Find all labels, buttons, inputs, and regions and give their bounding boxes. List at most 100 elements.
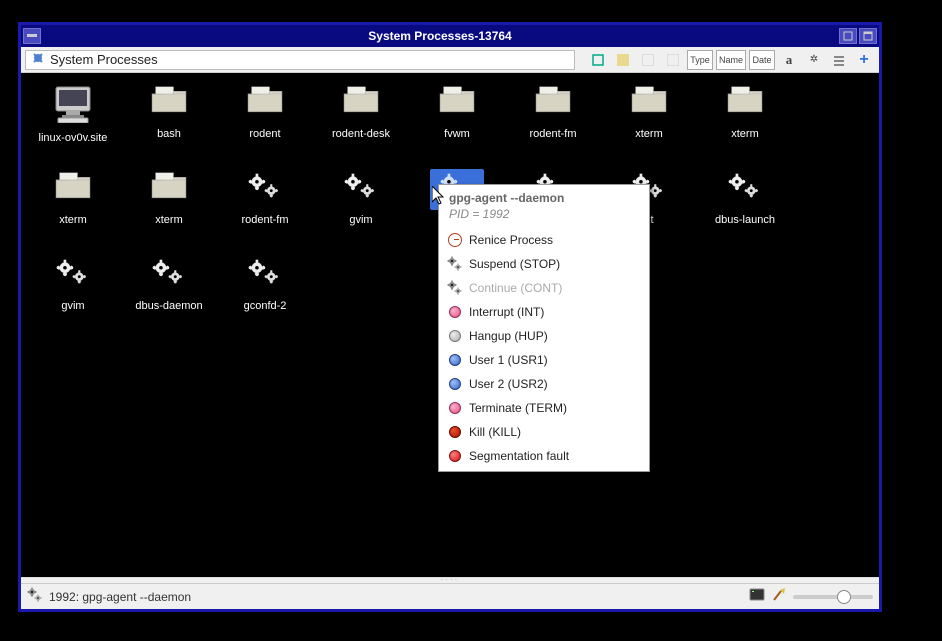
- process-item[interactable]: linux-ov0v.site: [25, 81, 121, 159]
- zoom-slider[interactable]: [793, 595, 873, 599]
- clock-icon: [447, 232, 463, 248]
- context-menu-item-label: Hangup (HUP): [469, 329, 548, 343]
- process-label: dbus-daemon: [135, 300, 202, 312]
- context-menu-item-label: Renice Process: [469, 233, 553, 247]
- signal-dot-icon: [447, 304, 463, 320]
- context-menu-item[interactable]: Terminate (TERM): [439, 396, 649, 420]
- folder-icon: [142, 83, 196, 124]
- sort-name-button[interactable]: Name: [716, 50, 746, 70]
- minimize-button[interactable]: [839, 28, 857, 44]
- statusbar: 1992: gpg-agent --daemon: [21, 583, 879, 609]
- process-label: rodent-fm: [241, 214, 288, 226]
- tool-unknown-3-icon[interactable]: [662, 50, 684, 70]
- process-item[interactable]: gvim: [25, 253, 121, 331]
- context-menu-item[interactable]: Interrupt (INT): [439, 300, 649, 324]
- process-item[interactable]: fvwm: [409, 81, 505, 159]
- tool-font-icon[interactable]: a: [778, 50, 800, 70]
- status-text: 1992: gpg-agent --daemon: [49, 590, 191, 604]
- sort-date-button[interactable]: Date: [749, 50, 775, 70]
- process-item[interactable]: rodent: [217, 81, 313, 159]
- gears-icon: [334, 169, 388, 210]
- terminal-icon[interactable]: [749, 587, 765, 606]
- folder-icon: [622, 83, 676, 124]
- process-label: rodent-fm: [529, 128, 576, 140]
- signal-dot-icon: [447, 376, 463, 392]
- location-text: System Processes: [50, 52, 158, 67]
- gears-icon: [238, 255, 292, 296]
- context-menu-item-label: Continue (CONT): [469, 281, 562, 295]
- gears-icon: [447, 256, 463, 272]
- context-menu-item[interactable]: Renice Process: [439, 228, 649, 252]
- process-item[interactable]: bash: [121, 81, 217, 159]
- process-label: rodent-desk: [332, 128, 390, 140]
- process-label: gvim: [61, 300, 84, 312]
- context-menu-item[interactable]: User 1 (USR1): [439, 348, 649, 372]
- tool-unknown-1-icon[interactable]: [612, 50, 634, 70]
- tool-star-icon[interactable]: ✲: [803, 50, 825, 70]
- process-label: rodent: [249, 128, 280, 140]
- process-item[interactable]: dbus-daemon: [121, 253, 217, 331]
- context-menu-item-label: User 2 (USR2): [469, 377, 548, 391]
- context-menu-item[interactable]: Kill (KILL): [439, 420, 649, 444]
- context-menu-item: Continue (CONT): [439, 276, 649, 300]
- computer-icon: [46, 83, 100, 128]
- process-label: fvwm: [444, 128, 470, 140]
- process-label: bash: [157, 128, 181, 140]
- gears-icon: [238, 169, 292, 210]
- context-menu-header: gpg-agent --daemon PID = 1992: [439, 188, 649, 228]
- context-menu-item-label: Terminate (TERM): [469, 401, 567, 415]
- gears-icon: [447, 280, 463, 296]
- folder-icon: [334, 83, 388, 124]
- location-bar[interactable]: System Processes: [25, 50, 575, 70]
- context-menu-item[interactable]: Hangup (HUP): [439, 324, 649, 348]
- tool-refresh-icon[interactable]: [587, 50, 609, 70]
- gears-icon: [718, 169, 772, 210]
- status-gears-icon: [27, 587, 43, 606]
- window-title: System Processes-13764: [41, 29, 839, 43]
- folder-icon: [718, 83, 772, 124]
- process-item[interactable]: xterm: [697, 81, 793, 159]
- tool-unknown-2-icon[interactable]: [637, 50, 659, 70]
- context-menu-item-label: Suspend (STOP): [469, 257, 560, 271]
- folder-icon: [142, 169, 196, 210]
- folder-icon: [46, 169, 100, 210]
- signal-dot-icon: [447, 328, 463, 344]
- context-menu-cmd: gpg-agent --daemon: [449, 191, 639, 207]
- process-item[interactable]: rodent-desk: [313, 81, 409, 159]
- process-label: xterm: [635, 128, 663, 140]
- process-item[interactable]: xterm: [121, 167, 217, 245]
- process-item[interactable]: xterm: [601, 81, 697, 159]
- signal-dot-icon: [447, 448, 463, 464]
- titlebar: System Processes-13764: [21, 25, 879, 47]
- folder-icon: [430, 83, 484, 124]
- process-item[interactable]: gconfd-2: [217, 253, 313, 331]
- process-label: xterm: [155, 214, 183, 226]
- context-menu-item[interactable]: User 2 (USR2): [439, 372, 649, 396]
- process-label: linux-ov0v.site: [39, 132, 108, 144]
- signal-dot-icon: [447, 424, 463, 440]
- window-menu-button[interactable]: [23, 28, 41, 44]
- process-label: dbus-launch: [715, 214, 775, 226]
- context-menu-pid: PID = 1992: [449, 207, 639, 223]
- tool-add-icon[interactable]: +: [853, 50, 875, 70]
- context-menu-item-label: Segmentation fault: [469, 449, 569, 463]
- process-item[interactable]: xterm: [25, 167, 121, 245]
- broom-icon[interactable]: [771, 587, 787, 606]
- app-icon: [30, 50, 46, 69]
- process-label: gvim: [349, 214, 372, 226]
- toolbar: System Processes Type Name Date a ✲ +: [21, 47, 879, 73]
- process-label: xterm: [59, 214, 87, 226]
- gears-icon: [142, 255, 196, 296]
- folder-icon: [526, 83, 580, 124]
- context-menu-item[interactable]: Suspend (STOP): [439, 252, 649, 276]
- process-item[interactable]: rodent-fm: [505, 81, 601, 159]
- sort-type-button[interactable]: Type: [687, 50, 713, 70]
- process-item[interactable]: dbus-launch: [697, 167, 793, 245]
- signal-dot-icon: [447, 400, 463, 416]
- context-menu: gpg-agent --daemon PID = 1992 Renice Pro…: [438, 184, 650, 472]
- context-menu-item[interactable]: Segmentation fault: [439, 444, 649, 468]
- maximize-button[interactable]: [859, 28, 877, 44]
- process-item[interactable]: gvim: [313, 167, 409, 245]
- tool-list-icon[interactable]: [828, 50, 850, 70]
- process-item[interactable]: rodent-fm: [217, 167, 313, 245]
